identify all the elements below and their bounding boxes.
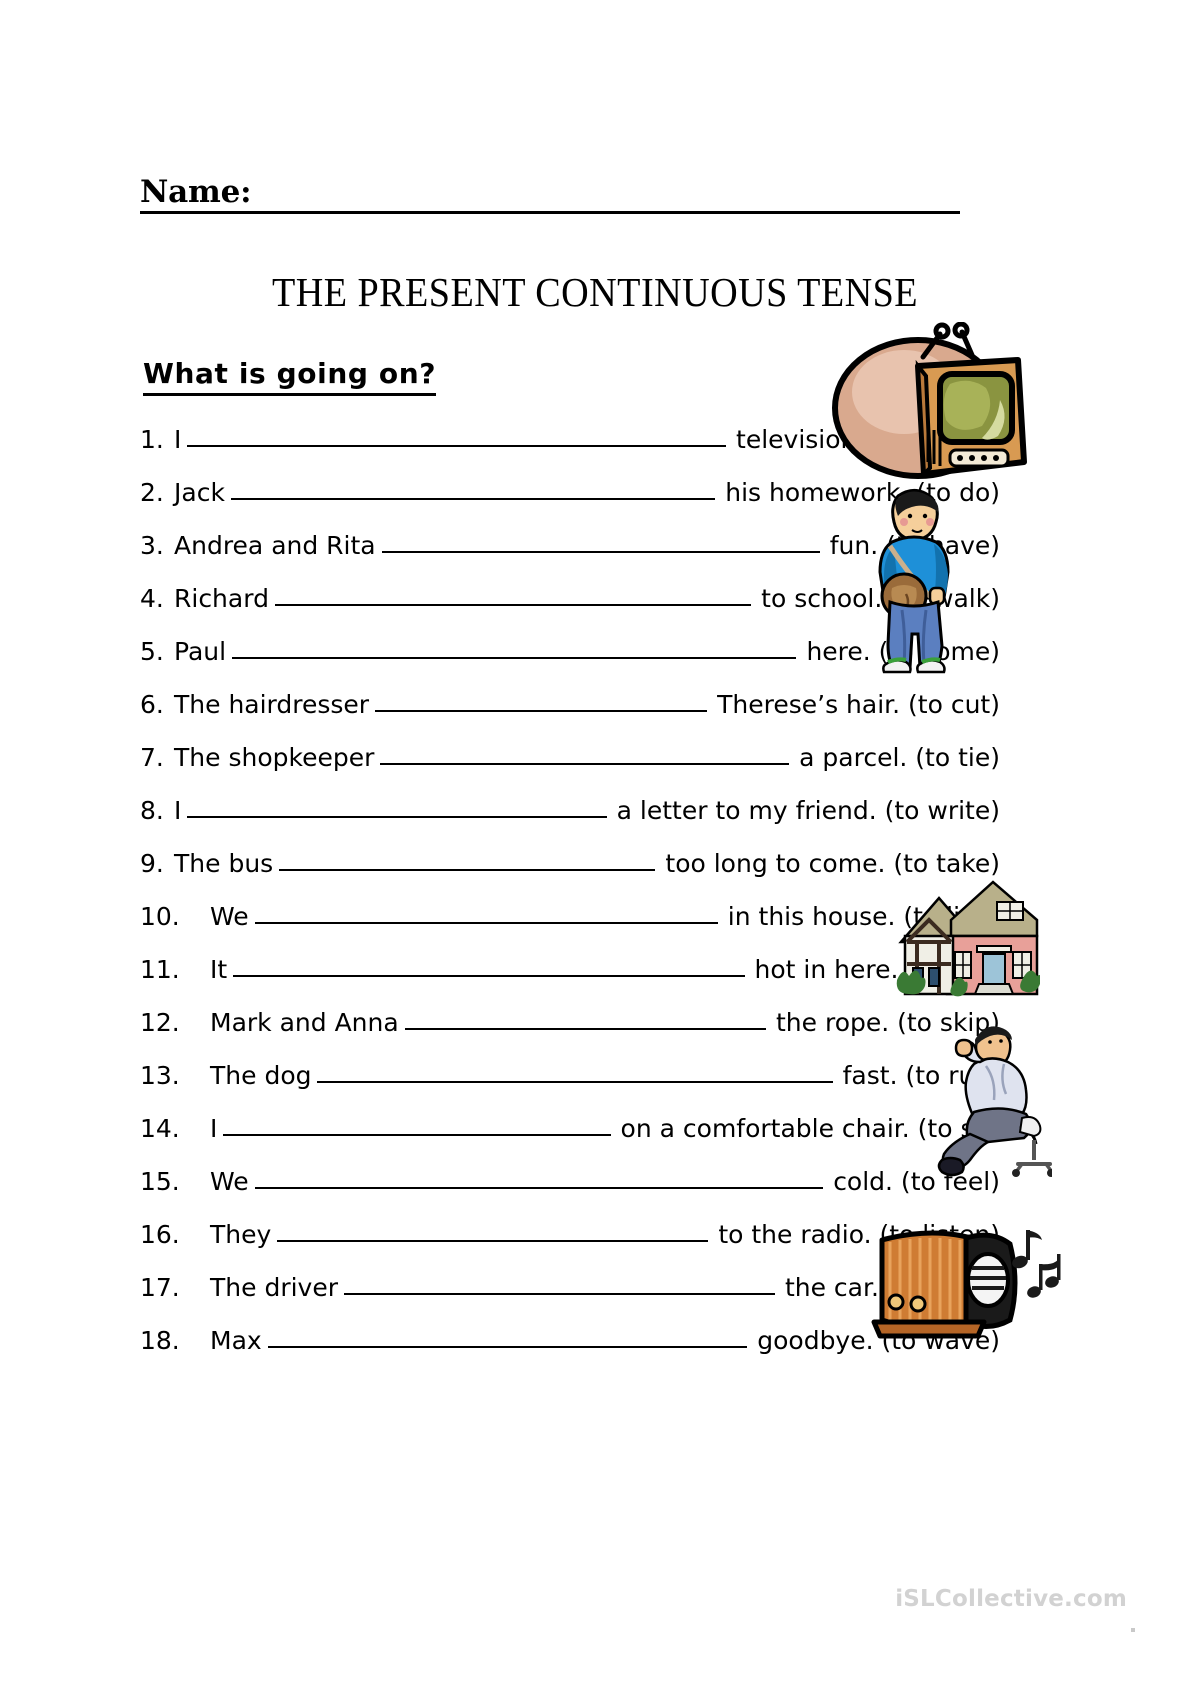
exercise-number: 17. — [140, 1273, 180, 1302]
exercise-answer-blank[interactable] — [344, 1273, 775, 1295]
exercise-number: 8. — [140, 796, 164, 825]
exercise-number: 18. — [140, 1326, 180, 1355]
section-heading: What is going on? — [143, 357, 437, 396]
television-illustration — [822, 322, 1034, 482]
exercise-answer-blank[interactable] — [381, 531, 820, 553]
exercise-answer-blank[interactable] — [317, 1061, 833, 1083]
man-on-office-chair-illustration — [934, 1014, 1052, 1178]
exercise-subject: We — [210, 902, 249, 931]
exercise-number: 12. — [140, 1008, 180, 1037]
exercise-answer-blank[interactable] — [404, 1008, 766, 1030]
exercise-number: 4. — [140, 584, 164, 613]
page-title: THE PRESENT CONTINUOUS TENSE — [271, 269, 919, 315]
exercise-number: 10. — [140, 902, 180, 931]
exercise-subject: Andrea and Rita — [174, 531, 376, 560]
name-field-row: Name: — [140, 168, 960, 214]
exercise-answer-blank[interactable] — [375, 690, 708, 712]
exercise-subject: The shopkeeper — [174, 743, 375, 772]
exercise-subject: Mark and Anna — [210, 1008, 399, 1037]
exercise-tail: a letter to my friend. (to write) — [616, 796, 1000, 825]
exercise-answer-blank[interactable] — [223, 1114, 611, 1136]
exercise-tail: Therese’s hair. (to cut) — [717, 690, 1000, 719]
exercise-number: 11. — [140, 955, 180, 984]
exercise-number: 9. — [140, 849, 164, 878]
worksheet-page: Name: THE PRESENT CONTINUOUS TENSE What … — [0, 0, 1190, 1684]
exercise-subject: Jack — [174, 478, 225, 507]
exercise-answer-blank[interactable] — [267, 1326, 748, 1348]
exercise-item: 9. The bus too long to come. (to take) — [140, 849, 1000, 902]
exercise-number: 6. — [140, 690, 164, 719]
exercise-subject: The driver — [210, 1273, 338, 1302]
name-label: Name: — [140, 175, 252, 214]
exercise-subject: The bus — [174, 849, 274, 878]
exercise-number: 7. — [140, 743, 164, 772]
exercise-answer-blank[interactable] — [279, 849, 656, 871]
exercise-subject: Richard — [174, 584, 269, 613]
exercise-item: 14. Ion a comfortable chair. (to sit) — [140, 1114, 1000, 1167]
exercise-subject: I — [174, 796, 182, 825]
exercise-number: 14. — [140, 1114, 180, 1143]
islcollective-watermark: iSLCollective.com — [895, 1586, 1127, 1612]
exercise-number: 16. — [140, 1220, 180, 1249]
exercise-number: 5. — [140, 637, 164, 666]
exercise-subject: They — [210, 1220, 272, 1249]
exercise-number: 3. — [140, 531, 164, 560]
exercise-subject: The hairdresser — [174, 690, 370, 719]
exercise-number: 1. — [140, 425, 164, 454]
exercise-answer-blank[interactable] — [274, 584, 752, 606]
exercise-item: 12. Mark and Anna the rope. (to skip) — [140, 1008, 1000, 1061]
exercise-tail: a parcel. (to tie) — [799, 743, 1000, 772]
exercise-item: 6. The hairdresser Therese’s hair. (to cut… — [140, 690, 1000, 743]
exercise-item: 10. We in this house. (to live) — [140, 902, 1000, 955]
exercise-subject: I — [210, 1114, 218, 1143]
exercise-answer-blank[interactable] — [230, 478, 716, 500]
exercise-item: 11. It hot in here. (to get) — [140, 955, 1000, 1008]
exercise-subject: Paul — [174, 637, 227, 666]
exercise-item: 7. The shopkeeper a parcel. (to tie) — [140, 743, 1000, 796]
exercise-number: 15. — [140, 1167, 180, 1196]
exercise-answer-blank[interactable] — [277, 1220, 709, 1242]
boy-with-bag-illustration — [868, 484, 960, 680]
exercise-item: 8. Ia letter to my friend. (to write) — [140, 796, 1000, 849]
exercise-item: 13. The dog fast. (to run) — [140, 1061, 1000, 1114]
exercise-subject: It — [210, 955, 228, 984]
exercise-number: 13. — [140, 1061, 180, 1090]
exercise-answer-blank[interactable] — [187, 425, 727, 447]
house-illustration — [895, 872, 1040, 1012]
exercise-answer-blank[interactable] — [233, 955, 745, 977]
exercise-answer-blank[interactable] — [187, 796, 607, 818]
exercise-answer-blank[interactable] — [380, 743, 790, 765]
name-input-rule[interactable] — [251, 177, 960, 214]
exercise-answer-blank[interactable] — [254, 1167, 824, 1189]
exercise-subject: We — [210, 1167, 249, 1196]
exercise-number: 2. — [140, 478, 164, 507]
radio-illustration — [866, 1216, 1062, 1342]
exercise-subject: I — [174, 425, 182, 454]
exercise-subject: The dog — [210, 1061, 312, 1090]
exercise-subject: Max — [210, 1326, 262, 1355]
watermark-dot — [1131, 1628, 1135, 1632]
exercise-answer-blank[interactable] — [254, 902, 718, 924]
exercise-answer-blank[interactable] — [232, 637, 797, 659]
exercise-item: 15. We cold. (to feel) — [140, 1167, 1000, 1220]
